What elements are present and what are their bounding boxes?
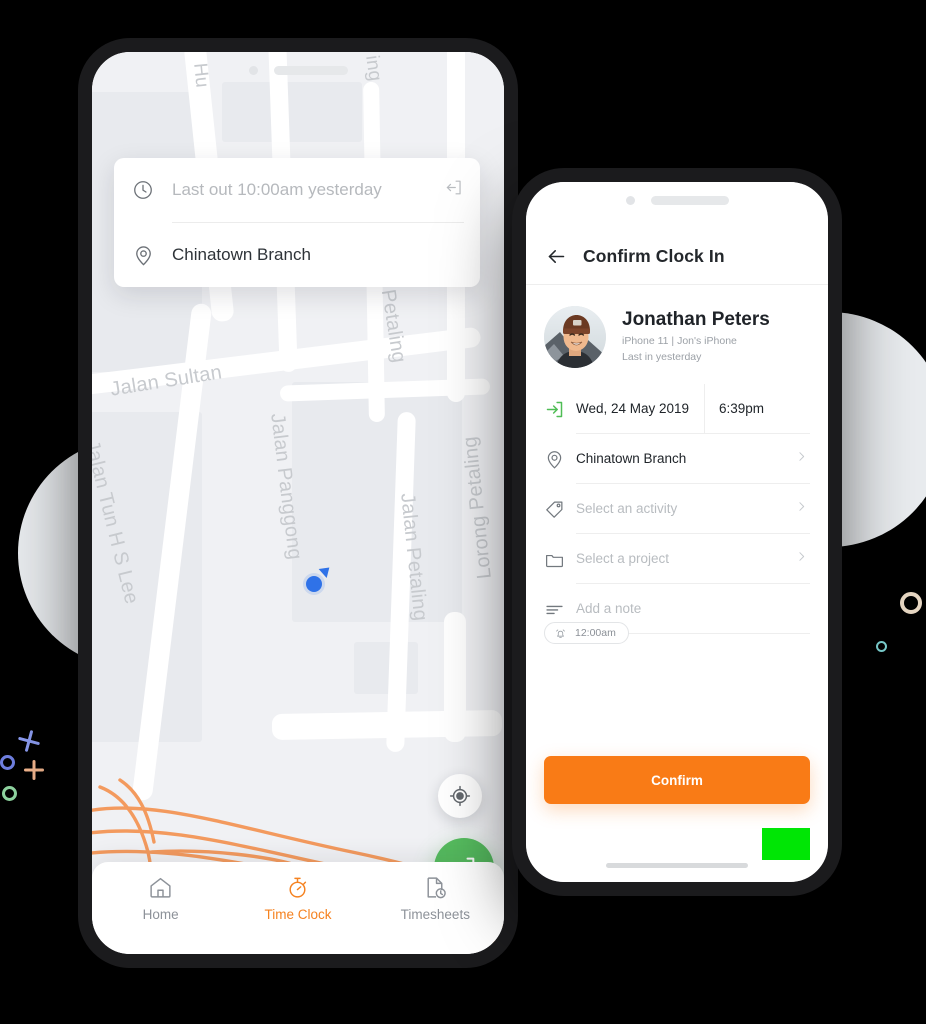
speaker-bar-icon	[273, 66, 348, 75]
profile-block: Jonathan Peters iPhone 11 | Jon's iPhone…	[526, 294, 828, 380]
clock-in-time-value[interactable]: 6:39pm	[719, 401, 810, 416]
row-project[interactable]: Select a project	[526, 534, 828, 584]
chevron-right-icon	[795, 450, 810, 467]
form-header: Confirm Clock In	[526, 228, 828, 284]
confirm-clock-in-screen: Confirm Clock In Jonathan Peters iPhone …	[526, 182, 828, 882]
speaker-bar-icon	[650, 196, 729, 205]
orange-plus-icon	[24, 760, 44, 780]
activity-placeholder[interactable]: Select an activity	[576, 501, 795, 516]
map-screen: Jalan Sultan Jalan Tun H S Lee Jalan Pan…	[92, 52, 504, 954]
header-divider	[526, 284, 828, 285]
tab-home[interactable]: Home	[113, 875, 209, 922]
row-activity[interactable]: Select an activity	[526, 484, 828, 534]
clock-icon	[130, 179, 156, 201]
blue-ring-icon	[0, 755, 15, 770]
folder-icon	[544, 549, 576, 570]
tab-timesheets-label: Timesheets	[400, 907, 470, 922]
chevron-right-icon	[795, 500, 810, 517]
note-placeholder[interactable]: Add a note	[576, 601, 810, 616]
map-notch	[92, 66, 504, 75]
location-pin-icon	[130, 244, 156, 267]
camera-dot-icon	[248, 66, 258, 75]
cyan-ring-icon	[876, 641, 887, 652]
note-lines-icon	[544, 599, 576, 620]
activity-cell: Select an activity	[576, 484, 810, 534]
page-title: Confirm Clock In	[583, 245, 725, 266]
phone-map-device: Jalan Sultan Jalan Tun H S Lee Jalan Pan…	[78, 38, 518, 968]
alarm-bell-icon	[554, 627, 567, 640]
project-cell: Select a project	[576, 534, 810, 584]
tag-icon	[544, 499, 576, 520]
clock-in-arrow-icon	[544, 399, 576, 420]
green-indicator-square	[762, 828, 810, 860]
tab-timesheets[interactable]: Timesheets	[387, 875, 483, 922]
user-location-dot	[306, 576, 322, 592]
cell-divider	[704, 384, 705, 433]
row-location[interactable]: Chinatown Branch	[526, 434, 828, 484]
branch-row[interactable]: Chinatown Branch	[114, 223, 480, 287]
phone-form-device: Confirm Clock In Jonathan Peters iPhone …	[512, 168, 842, 896]
user-avatar-photo	[544, 306, 606, 368]
chevron-right-icon	[795, 550, 810, 567]
user-name: Jonathan Peters	[622, 309, 770, 331]
screenshot-stage: Jalan Sultan Jalan Tun H S Lee Jalan Pan…	[0, 0, 926, 1024]
profile-text-block: Jonathan Peters iPhone 11 | Jon's iPhone…	[622, 309, 770, 364]
row-datetime[interactable]: Wed, 24 May 2019 6:39pm	[526, 384, 828, 434]
clock-in-date-value[interactable]: Wed, 24 May 2019	[576, 401, 704, 416]
project-placeholder[interactable]: Select a project	[576, 551, 795, 566]
tab-home-label: Home	[142, 907, 179, 922]
chip-label: 12:00am	[575, 627, 616, 639]
auto-clock-out-chip[interactable]: 12:00am	[544, 622, 629, 644]
location-pin-icon	[544, 449, 576, 470]
user-last-in: Last in yesterday	[622, 350, 702, 363]
back-arrow-icon[interactable]	[546, 246, 567, 267]
location-cell: Chinatown Branch	[576, 434, 810, 484]
clock-out-arrow-icon[interactable]	[445, 178, 464, 202]
tab-time-clock[interactable]: Time Clock	[250, 875, 346, 922]
form-notch	[526, 196, 828, 205]
green-ring-icon	[2, 786, 17, 801]
last-out-text: Last out 10:00am yesterday	[172, 180, 382, 199]
branch-name-text: Chinatown Branch	[172, 245, 311, 264]
location-value[interactable]: Chinatown Branch	[576, 451, 795, 466]
locate-me-button[interactable]	[438, 774, 482, 818]
avatar-image	[544, 306, 606, 368]
user-device: iPhone 11 | Jon's iPhone	[622, 335, 737, 348]
form-home-indicator	[606, 863, 748, 868]
blue-plus-icon	[16, 728, 43, 755]
datetime-cells: Wed, 24 May 2019 6:39pm	[576, 384, 810, 434]
last-out-row[interactable]: Last out 10:00am yesterday	[114, 158, 480, 222]
confirm-button[interactable]: Confirm	[544, 756, 810, 804]
camera-dot-icon	[625, 196, 635, 205]
clock-status-card[interactable]: Last out 10:00am yesterday Chinatown Bra…	[114, 158, 480, 287]
clock-in-form-rows: Wed, 24 May 2019 6:39pm Chinatown Branch	[526, 384, 828, 634]
tab-time-clock-label: Time Clock	[264, 907, 332, 922]
confirm-button-label: Confirm	[651, 772, 703, 788]
bottom-tab-bar: Home Time Clock Timesheets	[92, 862, 504, 954]
beige-ring-icon	[900, 592, 922, 614]
